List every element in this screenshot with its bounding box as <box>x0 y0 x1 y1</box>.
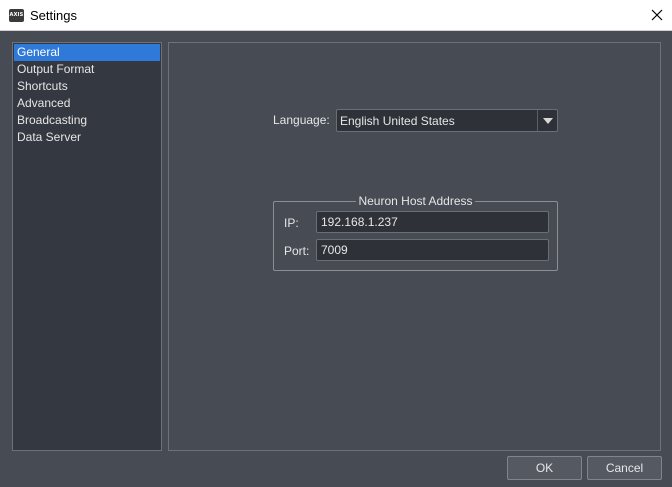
nav-item-advanced[interactable]: Advanced <box>13 95 161 112</box>
nav-item-output-format[interactable]: Output Format <box>13 61 161 78</box>
dropdown-arrow[interactable] <box>537 110 557 131</box>
nav-item-data-server[interactable]: Data Server <box>13 129 161 146</box>
language-value: English United States <box>340 114 455 128</box>
settings-panel: Language: English United States Neuron H… <box>168 42 661 451</box>
close-icon <box>651 9 663 21</box>
neuron-host-address-group: Neuron Host Address IP: 192.168.1.237 Po… <box>273 194 558 271</box>
ok-button[interactable]: OK <box>507 456 582 480</box>
ip-label: IP: <box>284 216 299 230</box>
language-select[interactable]: English United States <box>336 109 558 132</box>
port-input[interactable]: 7009 <box>316 239 549 261</box>
chevron-down-icon <box>542 117 553 124</box>
port-label: Port: <box>284 244 310 258</box>
language-label: Language: <box>273 113 330 127</box>
cancel-button[interactable]: Cancel <box>587 456 662 480</box>
window-title: Settings <box>30 8 77 23</box>
settings-nav: General Output Format Shortcuts Advanced… <box>12 42 162 451</box>
group-title: Neuron Host Address <box>356 194 475 208</box>
nav-item-shortcuts[interactable]: Shortcuts <box>13 78 161 95</box>
nav-item-general[interactable]: General <box>14 44 160 61</box>
title-bar: AXIS Settings <box>0 0 672 31</box>
app-logo-icon: AXIS <box>9 9 24 22</box>
close-button[interactable] <box>642 0 672 30</box>
nav-item-broadcasting[interactable]: Broadcasting <box>13 112 161 129</box>
ip-input[interactable]: 192.168.1.237 <box>316 211 549 233</box>
